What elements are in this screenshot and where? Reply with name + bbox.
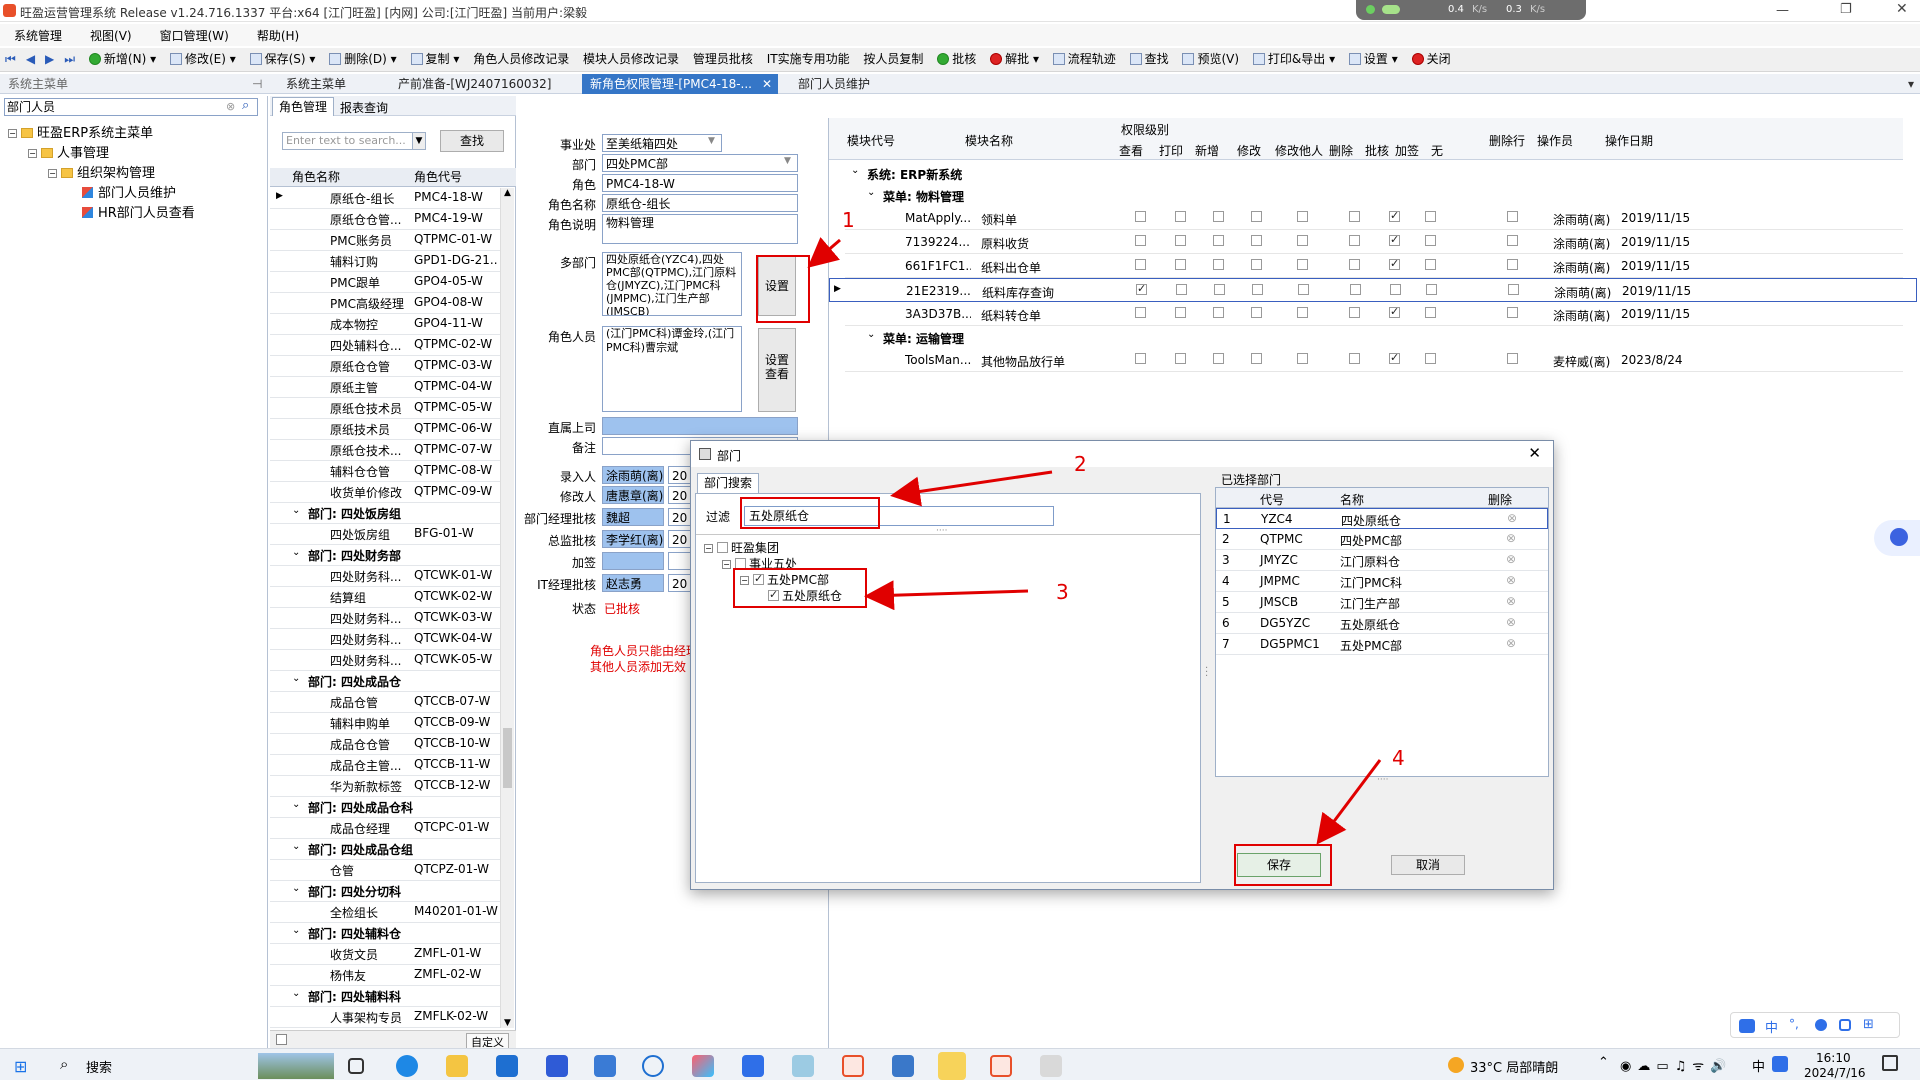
tray-ime-text[interactable]: 中 — [1752, 1056, 1765, 1075]
tray-chevron-icon[interactable]: ⌃ — [1598, 1055, 1609, 1070]
app-search-icon[interactable] — [642, 1055, 664, 1077]
ime-logo-icon[interactable] — [1739, 1019, 1755, 1033]
annotation-arrows — [807, 236, 1382, 845]
annotation-number-3: 3 — [1056, 580, 1069, 604]
taskbar-search-icon[interactable]: ⌕ — [60, 1055, 68, 1073]
ime-grid-icon[interactable]: ⊞ — [1863, 1017, 1874, 1032]
search-highlight-image[interactable] — [258, 1053, 334, 1079]
app-box-icon[interactable] — [792, 1055, 814, 1077]
erp-app-icon[interactable] — [842, 1055, 864, 1077]
erp-app-2-icon[interactable] — [990, 1055, 1012, 1077]
edge-icon[interactable] — [396, 1055, 418, 1077]
annotation-arrow-4 — [1316, 759, 1382, 845]
highlight-filter-input — [740, 497, 880, 529]
notification-icon[interactable] — [1882, 1055, 1898, 1071]
app-tools-icon[interactable] — [1040, 1055, 1062, 1077]
annotation-number-4: 4 — [1392, 746, 1405, 770]
ime-mode[interactable]: 中 — [1765, 1017, 1778, 1036]
annotation-number-1: 1 — [842, 208, 855, 232]
ime-toolbar: 中 °, ⊞ — [1730, 1012, 1900, 1038]
annotation-number-2: 2 — [1074, 452, 1087, 476]
taskbar: ⊞ ⌕ 搜索 33°C 局部晴朗 ⌃ ◉☁▭♫ᯤ🔊 中 16:10 2024/7… — [0, 1048, 1920, 1080]
assistant-icon — [1890, 528, 1908, 546]
app-bird-icon[interactable] — [594, 1055, 616, 1077]
windows-start-icon[interactable]: ⊞ — [14, 1057, 27, 1076]
mail-icon[interactable] — [496, 1055, 518, 1077]
app-gx-icon[interactable] — [546, 1055, 568, 1077]
highlight-set-button — [756, 255, 810, 323]
weather-text[interactable]: 33°C 局部晴朗 — [1470, 1057, 1558, 1076]
ime-punct-icon[interactable]: °, — [1789, 1017, 1799, 1031]
task-view-icon[interactable] — [348, 1058, 364, 1074]
tray-icons[interactable]: ◉☁▭♫ᯤ🔊 — [1620, 1056, 1732, 1074]
ime-user-icon[interactable] — [1815, 1019, 1827, 1031]
ime-skin-icon[interactable] — [1839, 1019, 1851, 1031]
clock-time[interactable]: 16:10 — [1816, 1051, 1851, 1065]
floating-assistant-button[interactable] — [1874, 520, 1920, 556]
app-du-icon[interactable] — [742, 1055, 764, 1077]
weather-icon — [1448, 1057, 1464, 1073]
file-explorer-icon[interactable] — [446, 1055, 468, 1077]
annotation-arrow-2 — [890, 470, 1053, 507]
app-triangle-icon[interactable] — [692, 1055, 714, 1077]
highlight-save-button — [1234, 844, 1332, 886]
highlight-tree-selection — [733, 568, 867, 608]
clock-date[interactable]: 2024/7/16 — [1804, 1066, 1866, 1080]
app-window-icon[interactable] — [892, 1055, 914, 1077]
annotation-arrow-1 — [807, 236, 841, 268]
annotation-arrow-3 — [864, 580, 1029, 611]
taskbar-search-label[interactable]: 搜索 — [86, 1057, 112, 1076]
tray-du-icon[interactable] — [1772, 1056, 1788, 1072]
app-refresh-icon[interactable] — [938, 1052, 966, 1080]
